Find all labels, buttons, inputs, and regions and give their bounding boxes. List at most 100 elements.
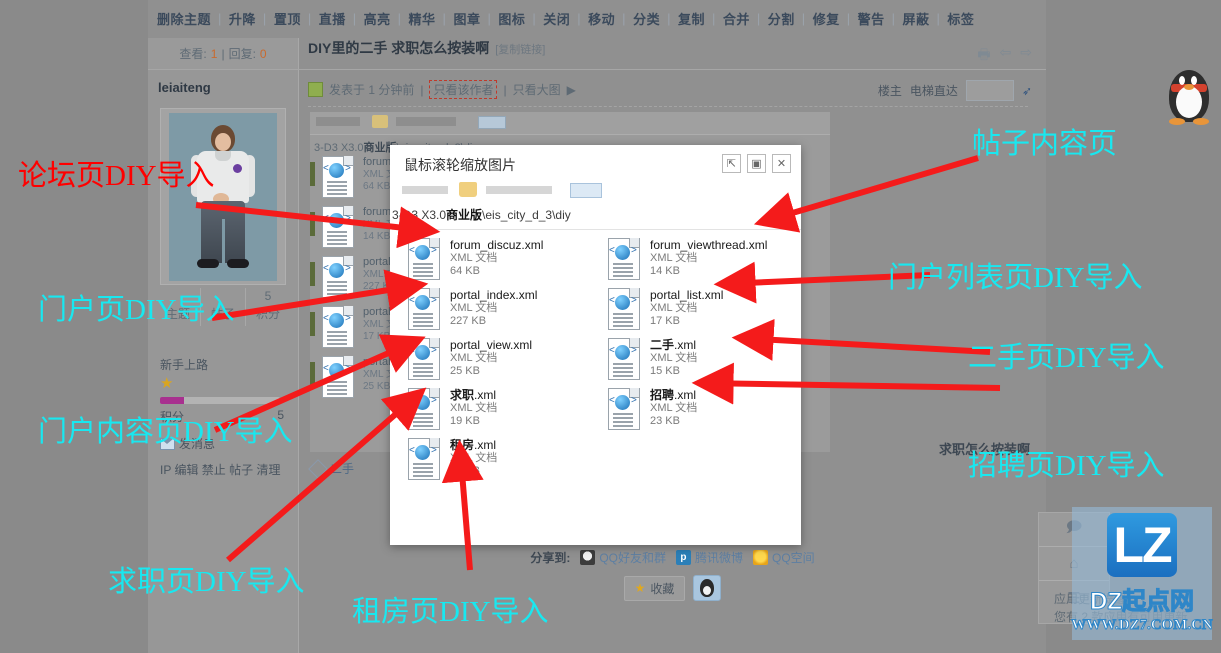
file-size: 23 KB — [650, 415, 680, 427]
file-size: 18 KB — [450, 465, 480, 477]
file-meta: portal_view.xml XML 文档 25 KB — [450, 338, 532, 378]
modbar-item-9[interactable]: 移动 — [581, 9, 622, 28]
qq-share-button[interactable] — [693, 575, 722, 601]
bg-scroll-marker — [310, 362, 315, 386]
modbar-item-11[interactable]: 复制 — [671, 9, 712, 28]
bigpic-arrow-icon[interactable]: ▶ — [567, 83, 576, 97]
file-size: 15 KB — [650, 365, 680, 377]
only-author-button[interactable]: 只看该作者 — [429, 80, 498, 99]
dialog-window-buttons[interactable]: ⇱ ▣ ✕ — [722, 154, 791, 173]
dialog-image[interactable]: 3-D3 X3.0商业版\eis_city_d_3\diy < > forum_di… — [390, 180, 801, 521]
star-icon: ★ — [634, 581, 646, 595]
qq-penguin-icon — [700, 579, 715, 597]
xml-file-icon: < > — [408, 388, 442, 430]
modbar-item-17[interactable]: 标签 — [940, 9, 981, 28]
modbar-item-10[interactable]: 分类 — [626, 9, 667, 28]
xml-file-icon: < > — [408, 338, 442, 380]
restore-icon[interactable]: ▣ — [747, 154, 766, 173]
modbar-item-15[interactable]: 警告 — [851, 9, 892, 28]
bg-scroll-marker — [310, 312, 315, 336]
title-actions[interactable]: 🖶 ⇦ ⇨ — [977, 44, 1032, 68]
folder-icon — [459, 182, 477, 197]
path-prefix: 3-D3 X3.0 — [392, 208, 447, 222]
post-badge-icon — [308, 82, 323, 97]
thread-title-row: 查看: 1 | 回复: 0 DIY里的二手 求职怎么按装啊 [复制链接] 🖶 ⇦… — [148, 38, 1046, 70]
elevator-input[interactable] — [965, 80, 1014, 101]
file-meta: portal_list.xml XML 文档 17 KB — [650, 288, 723, 328]
user-group-label: 新手上路 — [160, 358, 209, 372]
file-type: XML 文档 — [450, 252, 498, 264]
path-suffix: \eis_city_d_3\diy — [482, 208, 571, 222]
file-list[interactable]: < > forum_discuz.xml XML 文档 64 KB < > forum_vie… — [390, 238, 801, 518]
qq-icon — [580, 549, 596, 565]
image-viewer-dialog[interactable]: 鼠标滚轮缩放图片 ⇱ ▣ ✕ 3-D3 X3.0商业版\eis_city_d_3… — [390, 145, 801, 545]
file-item[interactable]: < > forum_viewthread.xml XML 文档 14 KB — [608, 238, 767, 280]
modbar-item-5[interactable]: 精华 — [402, 9, 443, 28]
thread-tag[interactable]: 二手 — [308, 458, 354, 479]
file-item[interactable]: < > 招聘.xml XML 文档 23 KB — [608, 388, 697, 430]
share-item-2[interactable]: QQ空间 — [753, 549, 815, 566]
elevator-go-icon[interactable]: ➶ — [1022, 84, 1032, 98]
modbar-item-2[interactable]: 置顶 — [267, 9, 308, 28]
annotation-label-5: 帖子内容页 — [972, 128, 1118, 160]
bg-scroll-marker — [310, 212, 315, 236]
share-item-label: QQ空间 — [772, 550, 815, 565]
file-meta: forum_viewthread.xml XML 文档 14 KB — [650, 238, 767, 278]
only-bigpic-button[interactable]: 只看大图 — [513, 81, 561, 98]
meta-sep2: | — [503, 82, 507, 97]
modbar-item-6[interactable]: 图章 — [446, 9, 487, 28]
prev-arrow-icon[interactable]: ⇦ — [1000, 44, 1012, 68]
modbar-item-13[interactable]: 分割 — [761, 9, 802, 28]
close-icon[interactable]: ✕ — [772, 154, 791, 173]
tag-icon — [308, 458, 328, 479]
author-username[interactable]: leiaiteng — [158, 80, 288, 95]
file-item[interactable]: < > 租房.xml XML 文档 18 KB — [408, 438, 497, 480]
annotation-label-4: 租房页DIY导入 — [352, 596, 549, 628]
meta-divider — [308, 106, 1028, 107]
share-item-1[interactable]: p 腾讯微博 — [675, 549, 743, 566]
next-arrow-icon[interactable]: ⇨ — [1020, 44, 1032, 68]
xml-file-icon: < > — [408, 288, 442, 330]
file-item[interactable]: < > portal_index.xml XML 文档 227 KB — [408, 288, 537, 330]
watermark-line2: WWW.DZ7.COM.CN — [1071, 617, 1214, 634]
favorite-button[interactable]: ★ 收藏 — [623, 575, 686, 601]
file-item[interactable]: < > 二手.xml XML 文档 15 KB — [608, 338, 697, 380]
file-size: 227 KB — [450, 315, 487, 327]
open-external-icon[interactable]: ⇱ — [722, 154, 741, 173]
modbar-item-4[interactable]: 高亮 — [357, 9, 398, 28]
modbar-item-3[interactable]: 直播 — [312, 9, 353, 28]
share-item-label: QQ好友和群 — [599, 550, 666, 565]
modbar-item-12[interactable]: 合并 — [716, 9, 757, 28]
post-meta-left: 发表于 1 分钟前 | 只看该作者 | 只看大图 ▶ — [308, 80, 576, 99]
xml-file-icon: < > — [408, 238, 442, 280]
share-label: 分享到: — [530, 550, 571, 565]
stat-积分[interactable]: 5 积分 — [246, 288, 290, 326]
explorer-toolbar — [402, 180, 801, 202]
modbar-item-1[interactable]: 升降 — [222, 9, 263, 28]
avatar[interactable] — [160, 108, 286, 285]
annotation-label-7: 二手页DIY导入 — [968, 342, 1165, 374]
file-item[interactable]: < > portal_view.xml XML 文档 25 KB — [408, 338, 532, 380]
xml-file-icon: < > — [322, 206, 356, 248]
file-item[interactable]: < > portal_list.xml XML 文档 17 KB — [608, 288, 723, 330]
modbar-item-8[interactable]: 关闭 — [536, 9, 577, 28]
copy-link-button[interactable]: [复制链接] — [495, 41, 545, 57]
file-item[interactable]: < > 求职.xml XML 文档 19 KB — [408, 388, 498, 430]
file-meta: 招聘.xml XML 文档 23 KB — [650, 388, 697, 428]
bg-path-prefix: 3-D3 X3.0 — [314, 142, 364, 154]
page-title: DIY里的二手 求职怎么按装啊 [复制链接] — [308, 38, 545, 69]
views-count: 1 — [210, 46, 218, 61]
modbar-item-16[interactable]: 屏蔽 — [896, 9, 937, 28]
file-item[interactable]: < > forum_discuz.xml XML 文档 64 KB — [408, 238, 543, 280]
file-type: XML 文档 — [450, 402, 498, 414]
modbar-item-7[interactable]: 图标 — [491, 9, 532, 28]
bg-scroll-marker — [310, 262, 315, 286]
lz-logo-icon: LZ — [1107, 513, 1177, 577]
modbar-item-0[interactable]: 删除主题 — [150, 9, 218, 28]
modbar-item-14[interactable]: 修复 — [806, 9, 847, 28]
moderator-links[interactable]: IP 编辑 禁止 帖子 清理 — [160, 462, 286, 479]
print-icon[interactable]: 🖶 — [977, 44, 990, 68]
dialog-title: 鼠标滚轮缩放图片 — [404, 157, 516, 173]
moderation-toolbar[interactable]: 删除主题 | 升降 | 置顶 | 直播 | 高亮 | 精华 | 图章 | 图标 | 关闭 | 移动 | 分类 | 复制 | 合并… — [148, 5, 1048, 31]
share-item-0[interactable]: QQ好友和群 — [580, 549, 666, 566]
